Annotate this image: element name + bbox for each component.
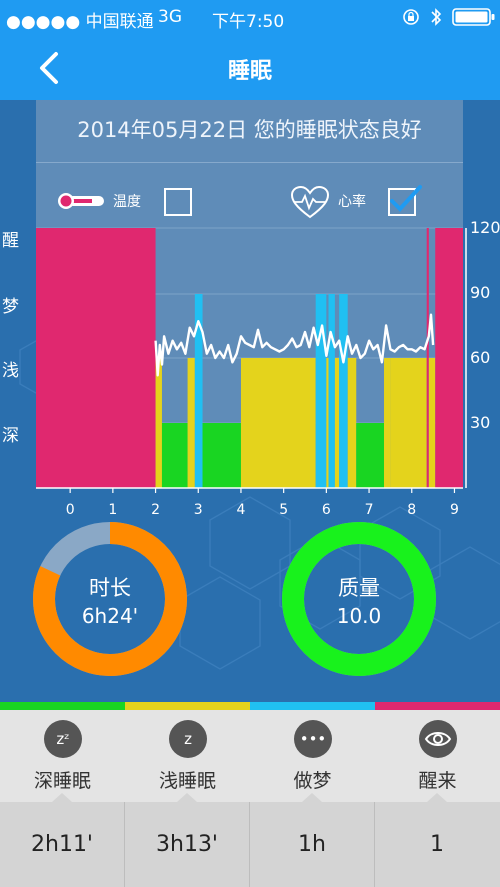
summary-panel: 2014年05月22日 您的睡眠状态良好 温度 心率 xyxy=(36,100,463,228)
stage-bar xyxy=(240,358,316,488)
x-tick-label: 1 xyxy=(108,502,117,518)
x-tick-label: 7 xyxy=(365,502,374,518)
x-tick-label: 0 xyxy=(66,502,75,518)
stage-color-segment xyxy=(375,702,500,710)
dream-value: 1h xyxy=(298,832,326,857)
stage-bar xyxy=(334,358,340,488)
stage-values: 2h11' 3h13' 1h 1 xyxy=(0,793,500,887)
pointer-notch xyxy=(52,793,72,802)
x-tick-label: 5 xyxy=(279,502,288,518)
rotation-lock-icon xyxy=(403,9,419,25)
stage-bar xyxy=(390,358,427,488)
deep-sleep-zz-icon: zᶻ xyxy=(44,720,82,758)
battery-icon xyxy=(452,8,495,26)
light-sleep-value: 3h13' xyxy=(156,832,218,857)
bluetooth-icon xyxy=(431,8,442,26)
tab-dream-label: 做梦 xyxy=(293,770,332,792)
x-tick-label: 2 xyxy=(151,502,160,518)
pointer-notch xyxy=(427,793,447,802)
temperature-checkbox[interactable] xyxy=(164,188,192,216)
tab-deep-sleep[interactable]: zᶻ 深睡眠 xyxy=(0,710,125,802)
stage-bar xyxy=(339,294,348,488)
light-sleep-z-icon: z xyxy=(169,720,207,758)
eye-icon xyxy=(424,732,452,746)
duration-value: 6h24' xyxy=(81,604,139,628)
x-tick-label: 8 xyxy=(407,502,416,518)
quality-value: 10.0 xyxy=(336,604,382,628)
tab-light-sleep-label: 浅睡眠 xyxy=(158,770,216,792)
pointer-notch xyxy=(302,793,322,802)
status-bar: ●●●●● 中国联通 3G 下午7:50 xyxy=(0,0,500,34)
stage-bar xyxy=(315,294,327,488)
stage-bar xyxy=(36,228,156,488)
thermometer-icon xyxy=(58,193,104,209)
quality-label: 质量 xyxy=(338,576,380,600)
panel-divider xyxy=(36,162,463,163)
checkmark-icon xyxy=(390,185,422,212)
tab-dream[interactable]: ••• 做梦 xyxy=(250,710,375,802)
heart-rate-label: 心率 xyxy=(338,194,366,210)
tab-awake-label: 醒来 xyxy=(418,770,457,792)
awake-count-value: 1 xyxy=(430,832,444,857)
x-tick-label: 6 xyxy=(322,502,331,518)
stage-bar xyxy=(161,423,188,488)
stage-bar xyxy=(347,358,357,488)
date-status-line: 2014年05月22日 您的睡眠状态良好 xyxy=(77,118,422,142)
page-title: 睡眠 xyxy=(227,59,272,84)
stage-bar xyxy=(435,228,463,488)
tab-deep-sleep-label: 深睡眠 xyxy=(33,770,91,792)
status-time: 下午7:50 xyxy=(212,12,285,32)
carrier-signal: ●●●●● 中国联通 xyxy=(6,12,154,32)
stage-tabs: zᶻ 深睡眠 z 浅睡眠 ••• 做梦 醒来 xyxy=(0,710,500,802)
sleep-main: 2014年05月22日 您的睡眠状态良好 温度 心率 醒梦浅深 120 90 60 3… xyxy=(0,100,500,702)
stage-bar xyxy=(426,228,429,488)
sleep-chart: 0 1 2 3 4 5 6 7 8 9 xyxy=(36,227,467,518)
deep-sleep-value: 2h11' xyxy=(31,832,93,857)
temperature-label: 温度 xyxy=(113,194,141,210)
stage-bar xyxy=(187,358,195,488)
stage-color-segment xyxy=(125,702,250,710)
x-tick-label: 3 xyxy=(194,502,203,518)
pointer-notch xyxy=(177,793,197,802)
dream-dots-icon: ••• xyxy=(294,720,332,758)
x-tick-label: 9 xyxy=(450,502,459,518)
heart-rate-icon xyxy=(290,186,330,219)
tab-light-sleep[interactable]: z 浅睡眠 xyxy=(125,710,250,802)
stage-color-segment xyxy=(0,702,125,710)
x-tick-label: 4 xyxy=(236,502,245,518)
stage-color-segment xyxy=(250,702,375,710)
heart-rate-checkbox[interactable] xyxy=(388,185,422,216)
stage-bar xyxy=(155,358,162,488)
stage-bar xyxy=(356,423,385,488)
tab-awake[interactable]: 醒来 xyxy=(375,710,500,802)
network-type: 3G xyxy=(158,7,182,27)
stage-bar xyxy=(328,294,335,488)
nav-bar: 睡眠 xyxy=(0,34,500,100)
stage-bar xyxy=(202,423,241,488)
awake-eye-icon xyxy=(419,720,457,758)
stage-bar xyxy=(428,358,436,488)
stage-bar xyxy=(326,358,329,488)
duration-label: 时长 xyxy=(89,576,131,600)
stage-bar xyxy=(384,358,391,488)
